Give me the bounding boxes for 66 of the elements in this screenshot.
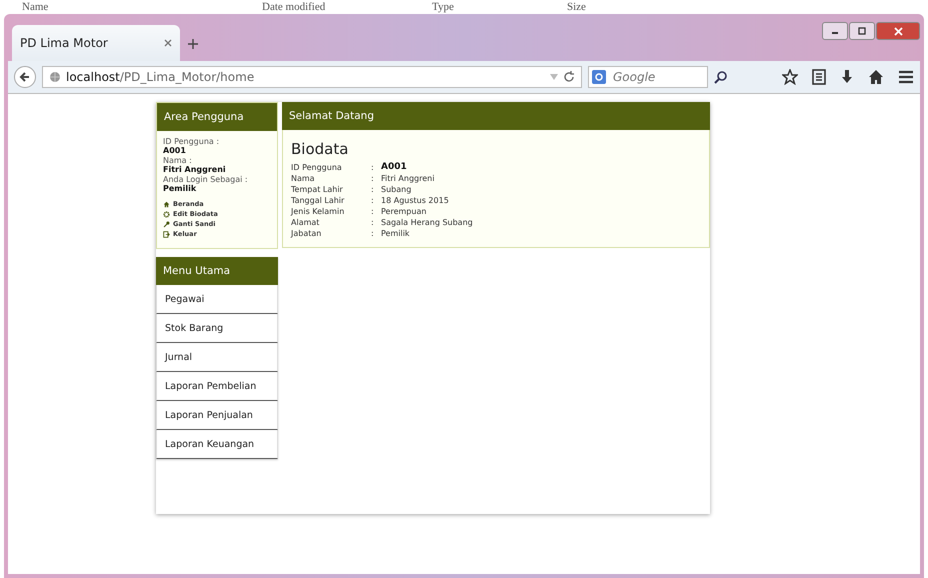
close-icon xyxy=(894,26,902,36)
back-button[interactable] xyxy=(14,66,36,88)
menu-header: Menu Utama xyxy=(156,257,278,285)
search-icon[interactable] xyxy=(714,70,727,84)
key-icon xyxy=(163,220,170,228)
field-value: Fitri Anggreni xyxy=(163,165,227,174)
search-field[interactable]: Google xyxy=(588,66,708,88)
close-icon[interactable] xyxy=(164,39,172,47)
menu-item[interactable]: Jurnal xyxy=(156,343,278,372)
field-label: ID Pengguna : xyxy=(163,137,220,146)
field-value: Pemilik xyxy=(163,184,198,193)
field-label: ID Pengguna xyxy=(291,162,343,173)
column-header: Name xyxy=(22,0,50,14)
browser-tab[interactable]: PD Lima Motor xyxy=(12,25,180,61)
search-engine-icon[interactable] xyxy=(592,70,606,84)
field-label: Jenis Kelamin xyxy=(291,206,346,217)
field-label: Jabatan xyxy=(291,228,322,239)
panel-header: Area Pengguna xyxy=(157,103,277,131)
colon: : xyxy=(371,206,375,217)
back-arrow-icon xyxy=(19,71,31,83)
column-header: Type xyxy=(432,0,455,14)
menu-item[interactable]: Laporan Keuangan xyxy=(156,430,278,459)
field-value: A001 xyxy=(163,146,187,155)
colon: : xyxy=(371,195,375,206)
biodata-heading: Biodata xyxy=(291,140,350,158)
field-value: Pemilik xyxy=(381,228,411,239)
star-icon[interactable] xyxy=(782,69,798,85)
home-icon[interactable] xyxy=(868,69,884,85)
colon: : xyxy=(371,173,375,184)
close-button[interactable] xyxy=(876,22,920,40)
field-value: Subang xyxy=(381,184,412,195)
download-icon[interactable] xyxy=(840,69,854,85)
panel-header: Selamat Datang xyxy=(282,102,710,130)
field-label: Tanggal Lahir xyxy=(291,195,346,206)
column-header: Size xyxy=(567,0,586,14)
field-label: Nama : xyxy=(163,156,193,165)
new-tab-icon[interactable] xyxy=(188,39,198,49)
menu-item[interactable]: Pegawai xyxy=(156,285,278,314)
menu-item[interactable]: Stok Barang xyxy=(156,314,278,343)
field-label: Nama xyxy=(291,173,316,184)
gear-icon xyxy=(163,210,170,218)
field-label: Tempat Lahir xyxy=(291,184,344,195)
menu-item[interactable]: Laporan Penjualan xyxy=(156,401,278,430)
field-value: Sagala Herang Subang xyxy=(381,217,474,228)
globe-icon xyxy=(49,71,61,83)
maximize-icon xyxy=(858,27,866,35)
reload-icon[interactable] xyxy=(563,71,575,83)
column-header: Date modified xyxy=(262,0,326,14)
address-bar[interactable]: localhost/PD_Lima_Motor/home xyxy=(42,66,582,88)
reading-list-icon[interactable] xyxy=(812,69,826,85)
field-label: Anda Login Sebagai : xyxy=(163,175,249,184)
menu-icon[interactable] xyxy=(898,70,914,84)
home-icon xyxy=(163,200,170,208)
colon: : xyxy=(371,184,375,195)
maximize-button[interactable] xyxy=(849,22,875,40)
field-value: Perempuan xyxy=(381,206,428,217)
field-value: Fitri Anggreni xyxy=(381,173,436,184)
exit-icon xyxy=(163,230,170,238)
colon: : xyxy=(371,228,375,239)
menu-item[interactable]: Laporan Pembelian xyxy=(156,372,278,401)
field-label: Alamat xyxy=(291,217,320,228)
minimize-button[interactable] xyxy=(822,22,848,40)
field-value: 18 Agustus 2015 xyxy=(381,195,450,206)
field-value: A001 xyxy=(381,162,408,173)
colon: : xyxy=(371,217,375,228)
colon: : xyxy=(371,162,375,173)
